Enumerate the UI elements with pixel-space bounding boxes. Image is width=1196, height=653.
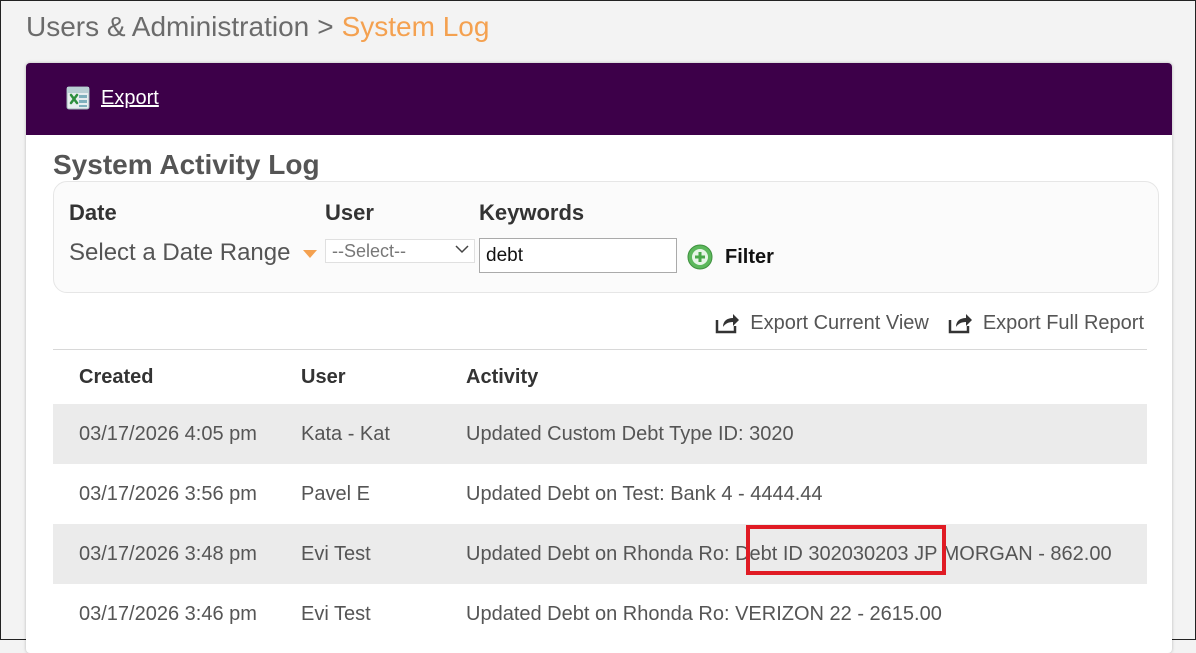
cell-activity: Updated Custom Debt Type ID: 3020 (466, 404, 1147, 464)
export-current-view-label: Export Current View (750, 311, 929, 334)
column-header-user[interactable]: User (301, 349, 466, 404)
cell-created: 03/17/2026 3:46 pm (53, 584, 301, 644)
column-header-activity[interactable]: Activity (466, 349, 1147, 404)
table-row[interactable]: 03/17/2026 3:48 pm Evi Test Updated Debt… (53, 524, 1147, 584)
export-actions: Export Current View Export Full Report (696, 311, 1144, 335)
activity-log-table: Created User Activity 03/17/2026 4:05 pm… (53, 349, 1147, 644)
cell-user: Evi Test (301, 584, 466, 644)
table-header-row: Created User Activity (53, 349, 1147, 404)
breadcrumb-parent[interactable]: Users & Administration (26, 11, 309, 42)
page-title: System Activity Log (53, 149, 320, 180)
cell-created: 03/17/2026 4:05 pm (53, 404, 301, 464)
caret-down-icon (303, 250, 318, 258)
export-current-view-button[interactable]: Export Current View (714, 311, 929, 335)
cell-activity: Updated Debt on Rhonda Ro: Debt ID 30203… (466, 524, 1147, 584)
user-filter-label: User (325, 200, 374, 225)
export-full-report-button[interactable]: Export Full Report (947, 311, 1144, 335)
table-row[interactable]: 03/17/2026 3:56 pm Pavel E Updated Debt … (53, 464, 1147, 524)
share-icon (715, 314, 740, 334)
share-icon (948, 314, 972, 334)
cell-user: Pavel E (301, 464, 466, 524)
export-label: Export (101, 86, 159, 109)
card-header: Export (26, 63, 1172, 135)
cell-activity: Updated Debt on Test: Bank 4 - 4444.44 (466, 464, 1147, 524)
add-circle-icon (687, 244, 713, 270)
filter-button[interactable]: Filter (687, 244, 774, 270)
cell-user: Kata - Kat (301, 404, 466, 464)
cell-activity: Updated Debt on Rhonda Ro: VERIZON 22 - … (466, 584, 1147, 644)
breadcrumb: Users & Administration > System Log (26, 11, 489, 43)
filter-label: Filter (725, 245, 774, 268)
cell-user: Evi Test (301, 524, 466, 584)
excel-icon (66, 86, 90, 110)
export-full-report-label: Export Full Report (982, 311, 1144, 334)
cell-created: 03/17/2026 3:56 pm (53, 464, 301, 524)
date-range-value: Select a Date Range (69, 239, 291, 266)
keywords-filter-label: Keywords (479, 200, 585, 225)
table-row[interactable]: 03/17/2026 3:46 pm Evi Test Updated Debt… (53, 584, 1147, 644)
date-filter-label: Date (69, 200, 117, 225)
chevron-down-icon (455, 245, 469, 254)
keywords-input[interactable] (479, 238, 677, 273)
date-range-dropdown[interactable]: Select a Date Range (69, 239, 318, 267)
cell-created: 03/17/2026 3:48 pm (53, 524, 301, 584)
column-header-created[interactable]: Created (53, 349, 301, 404)
filter-panel: Date User Keywords Select a Date Range -… (53, 181, 1159, 293)
user-select[interactable]: --Select-- (325, 239, 475, 263)
user-select-value: --Select-- (332, 241, 407, 261)
table-row[interactable]: 03/17/2026 4:05 pm Kata - Kat Updated Cu… (53, 404, 1147, 464)
breadcrumb-separator: > (317, 11, 334, 42)
system-log-card: Export System Activity Log Date User Key… (26, 63, 1172, 653)
breadcrumb-current: System Log (341, 11, 490, 42)
export-button[interactable]: Export (64, 84, 159, 112)
